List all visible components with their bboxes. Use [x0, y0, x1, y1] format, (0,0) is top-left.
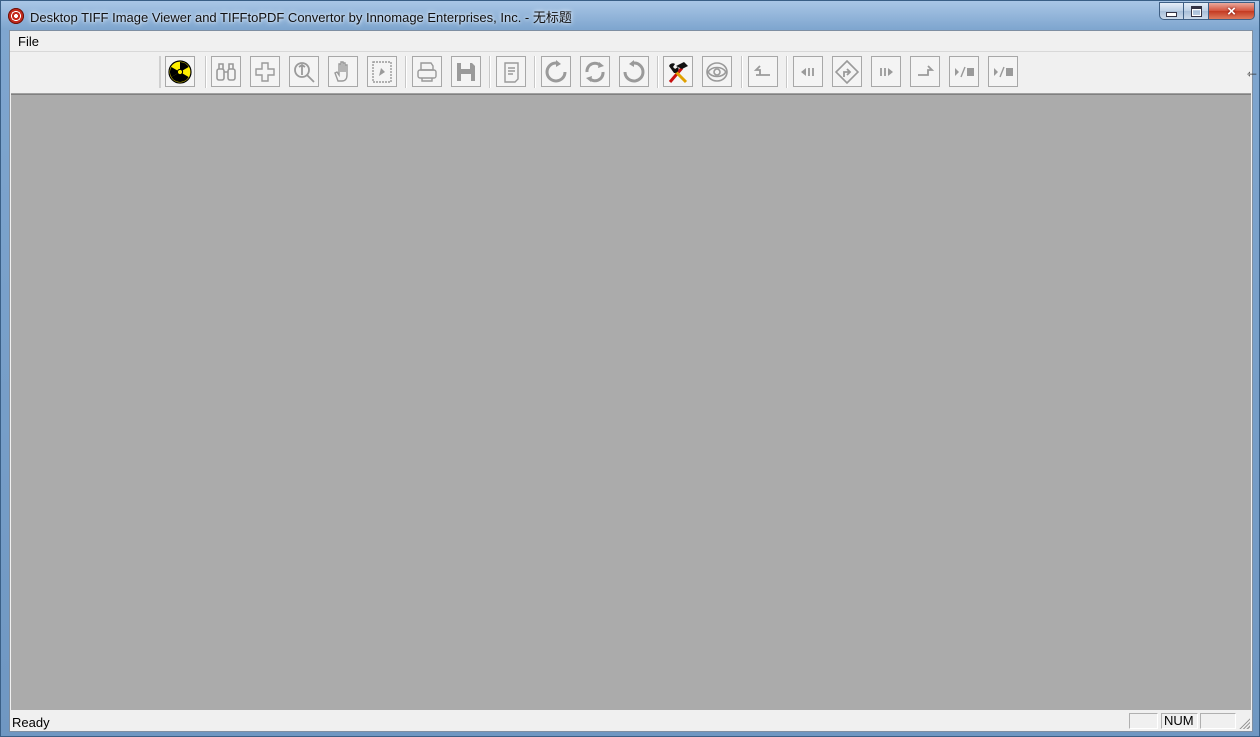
status-pane-scroll: [1200, 713, 1236, 729]
radiation-button[interactable]: [165, 56, 195, 87]
toolbar-separator: [405, 56, 407, 88]
zoom-button[interactable]: [289, 56, 319, 87]
caption-buttons: ×: [1159, 2, 1255, 21]
notes-button[interactable]: [496, 56, 526, 87]
maximize-button[interactable]: [1184, 2, 1209, 20]
rotate-left-button[interactable]: [541, 56, 571, 87]
next-page-button[interactable]: [871, 56, 901, 87]
toolbar-separator: [205, 56, 207, 88]
menu-divider: [10, 51, 1252, 52]
printer-icon: [417, 61, 437, 82]
turn-left-icon: [753, 64, 770, 76]
rotate-right-icon: [623, 59, 645, 82]
minimize-icon: [1166, 11, 1177, 17]
save-button[interactable]: [451, 56, 481, 87]
eye-icon: [706, 61, 728, 82]
previous-page-button[interactable]: [793, 56, 823, 87]
radiation-icon: [168, 59, 192, 84]
toolbar-separator: [657, 56, 659, 88]
hand-icon: [334, 60, 348, 82]
toolbar: ⇽: [11, 53, 1257, 94]
toolbar-grip[interactable]: [159, 56, 161, 88]
back-button[interactable]: [748, 56, 778, 87]
magnifier-icon: [294, 61, 315, 83]
rotate-left-icon: [545, 59, 567, 82]
forward-button[interactable]: [910, 56, 940, 87]
rotate-both-icon: [585, 61, 605, 82]
toolbar-separator: [741, 56, 743, 88]
app-target-icon[interactable]: [8, 8, 24, 24]
play-stop-2-button[interactable]: [988, 56, 1018, 87]
close-button[interactable]: ×: [1209, 2, 1255, 20]
print-button[interactable]: [412, 56, 442, 87]
stamp-icon: [372, 60, 392, 83]
play-stop-icon: [955, 66, 974, 77]
toolbar-separator: [489, 56, 491, 88]
zoom-in-button[interactable]: [250, 56, 280, 87]
turn-right-icon: [918, 64, 935, 76]
resize-grip-icon[interactable]: [1238, 717, 1250, 729]
document-icon: [504, 61, 519, 83]
main-window: Desktop TIFF Image Viewer and TIFFtoPDF …: [0, 0, 1260, 737]
goto-button[interactable]: [832, 56, 862, 87]
close-icon: ×: [1227, 2, 1236, 20]
play-stop-icon: [994, 66, 1013, 77]
status-text: Ready: [12, 715, 50, 730]
stamp-button[interactable]: [367, 56, 397, 87]
maximize-icon: [1190, 5, 1202, 17]
tools-button[interactable]: [663, 56, 693, 87]
resize-arrow-icon: ⇽: [1247, 67, 1258, 81]
view-button[interactable]: [702, 56, 732, 87]
status-pane-caps: [1129, 713, 1158, 729]
find-button[interactable]: [211, 56, 241, 87]
play-stop-button[interactable]: [949, 56, 979, 87]
floppy-icon: [457, 62, 475, 81]
binoculars-icon: [216, 62, 236, 81]
client-area: File ⇽ Ready NUM: [9, 30, 1257, 732]
previous-icon: [801, 67, 814, 76]
plus-icon: [255, 61, 275, 82]
route-diamond-icon: [835, 59, 859, 84]
image-canvas[interactable]: [11, 94, 1251, 711]
minimize-button[interactable]: [1159, 2, 1184, 20]
next-icon: [880, 67, 893, 76]
hammer-wrench-icon: [668, 61, 688, 83]
toolbar-separator: [786, 56, 788, 88]
pan-button[interactable]: [328, 56, 358, 87]
window-title: Desktop TIFF Image Viewer and TIFFtoPDF …: [30, 10, 572, 25]
rotate-right-button[interactable]: [619, 56, 649, 87]
status-bar: Ready NUM: [10, 710, 1252, 731]
menu-bar: File: [10, 31, 1252, 51]
rotate-both-button[interactable]: [580, 56, 610, 87]
status-pane-num: NUM: [1161, 713, 1198, 729]
toolbar-separator: [534, 56, 536, 88]
title-bar[interactable]: Desktop TIFF Image Viewer and TIFFtoPDF …: [1, 1, 1259, 30]
menu-file[interactable]: File: [17, 34, 40, 49]
